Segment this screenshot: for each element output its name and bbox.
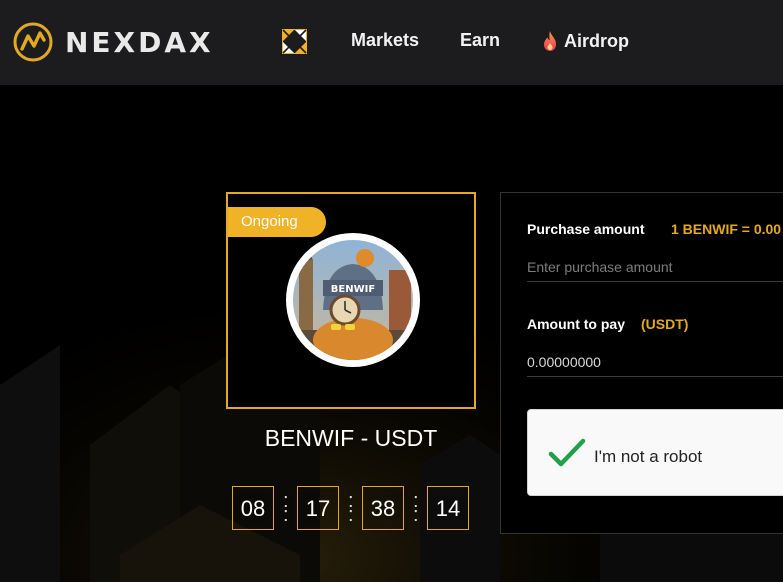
captcha-widget[interactable]: I'm not a robot: [527, 409, 783, 496]
brand-logo[interactable]: NEXDAX: [13, 22, 214, 62]
checkmark-icon[interactable]: [548, 438, 586, 468]
avatar-text: BENWIF: [331, 284, 375, 295]
token-avatar-frame: BENWIF: [286, 233, 420, 367]
nexdax-logo-icon: [13, 22, 53, 62]
countdown-separator: :: [413, 504, 419, 526]
apps-grid-icon[interactable]: [282, 29, 307, 54]
brand-name: NEXDAX: [65, 25, 214, 59]
top-navigation-bar: NEXDAX Markets Earn Airdrop: [0, 0, 783, 85]
countdown-hours: 08: [232, 486, 274, 530]
amount-to-pay-field[interactable]: [527, 348, 783, 377]
token-card: Ongoing BENWIF: [226, 192, 476, 409]
purchase-form-panel: Purchase amount 1 BENWIF = 0.00 Amount t…: [500, 192, 783, 534]
purchase-amount-label: Purchase amount: [527, 221, 645, 237]
countdown-separator: :: [348, 504, 354, 526]
amount-to-pay-label: Amount to pay: [527, 316, 625, 332]
exchange-rate: 1 BENWIF = 0.00: [671, 221, 782, 237]
benwif-avatar: BENWIF: [293, 240, 413, 360]
countdown-seconds: 38: [362, 486, 404, 530]
countdown-extra: 14: [427, 486, 469, 530]
nav-airdrop[interactable]: Airdrop: [541, 30, 629, 52]
countdown-separator: :: [283, 504, 289, 526]
pay-currency: (USDT): [641, 316, 689, 332]
countdown-minutes: 17: [297, 486, 339, 530]
nav-earn[interactable]: Earn: [460, 30, 500, 51]
token-pair-title: BENWIF - USDT: [264, 425, 438, 451]
fire-icon: [544, 31, 556, 51]
purchase-amount-input[interactable]: [527, 253, 783, 282]
status-badge: Ongoing: [228, 207, 326, 237]
nav-markets[interactable]: Markets: [351, 30, 419, 51]
nav-airdrop-label: Airdrop: [564, 30, 629, 51]
captcha-label: I'm not a robot: [594, 447, 703, 466]
